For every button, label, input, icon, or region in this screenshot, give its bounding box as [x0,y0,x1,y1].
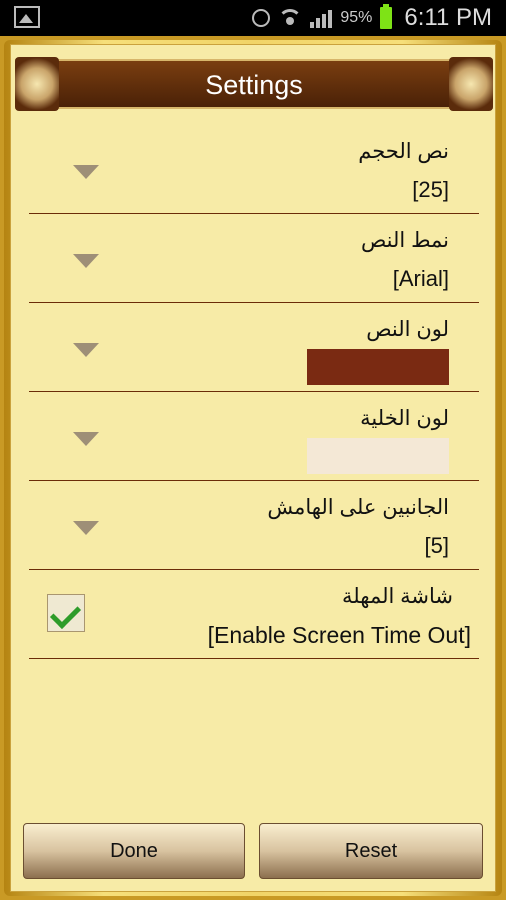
settings-screen: Settings نص الحجم [25] نمط النص [Arial] … [0,36,506,900]
reset-button[interactable]: Reset [259,823,483,879]
ornament-right-icon [449,57,493,111]
setting-label: نمط النص [360,229,449,252]
done-button[interactable]: Done [23,823,245,879]
setting-value: [Arial] [392,266,449,291]
setting-text-size[interactable]: نص الحجم [25] [29,125,479,214]
setting-value: [25] [412,177,449,202]
clock: 6:11 PM [404,4,492,31]
setting-side-margin[interactable]: الجانبين على الهامش [5] [29,481,479,570]
dropdown-arrow-icon[interactable] [73,254,99,268]
setting-value: [5] [424,533,449,558]
cell-color-swatch [307,438,449,474]
settings-list: نص الحجم [25] نمط النص [Arial] لون النص … [29,125,479,659]
page-title: Settings [205,70,303,100]
title-bar: Settings [15,57,493,111]
setting-label: نص الحجم [358,140,449,163]
battery-icon [380,4,393,29]
status-bar: 95% 6:11 PM [0,0,506,36]
setting-cell-color[interactable]: لون الخلية [29,392,479,481]
text-color-swatch [307,349,449,385]
checkmark-icon [49,597,82,630]
picture-notification-icon [14,6,40,28]
dropdown-arrow-icon[interactable] [73,432,99,446]
setting-screen-timeout[interactable]: شاشة المهلة [Enable Screen Time Out] [29,570,479,659]
setting-label: الجانبين على الهامش [267,496,449,519]
dropdown-arrow-icon[interactable] [73,165,99,179]
setting-label: لون الخلية [360,407,449,430]
setting-value: [Enable Screen Time Out] [207,622,471,648]
signal-icon [310,8,333,28]
dropdown-arrow-icon[interactable] [73,521,99,535]
battery-percentage: 95% [340,9,373,26]
setting-text-font[interactable]: نمط النص [Arial] [29,214,479,303]
settings-panel: Settings نص الحجم [25] نمط النص [Arial] … [10,44,496,892]
setting-label: لون النص [366,318,449,341]
dropdown-arrow-icon[interactable] [73,343,99,357]
screen-timeout-checkbox[interactable] [47,594,85,632]
setting-text-color[interactable]: لون النص [29,303,479,392]
alarm-icon [252,9,271,27]
setting-label: شاشة المهلة [342,585,453,608]
wifi-icon [278,9,303,27]
